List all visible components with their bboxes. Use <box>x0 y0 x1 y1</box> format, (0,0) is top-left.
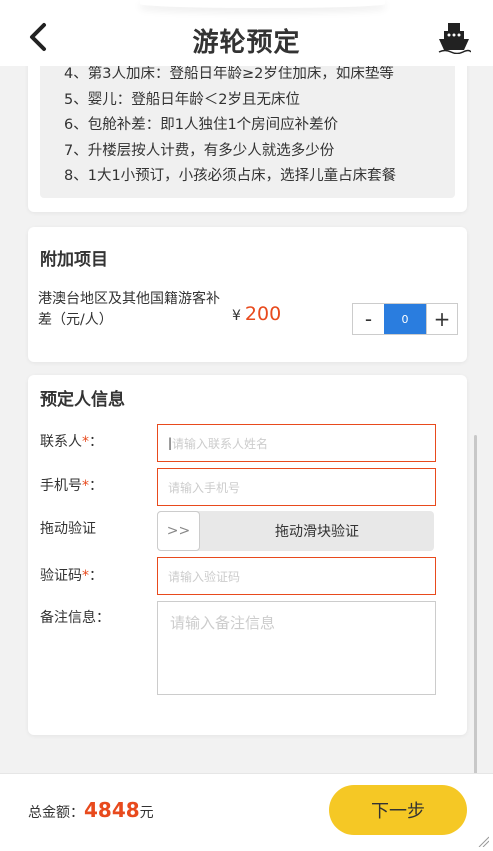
label-colon: ： <box>89 434 103 450</box>
required-mark: * <box>82 568 89 584</box>
required-mark: * <box>82 478 89 494</box>
price-value: 200 <box>244 303 282 325</box>
page-title: 游轮预定 <box>192 28 301 58</box>
total-amount: 总金额：4848元 <box>28 798 154 822</box>
increment-button[interactable]: + <box>426 304 457 334</box>
phone-placeholder: 请输入手机号 <box>168 480 241 495</box>
header-shadow <box>140 0 385 8</box>
code-placeholder: 请输入验证码 <box>168 569 241 584</box>
addon-card: 附加项目 港澳台地区及其他国籍游客补差（元/人） ¥200 - 0 + <box>28 227 467 362</box>
contact-label: 联系人*： <box>40 431 103 451</box>
remark-textarea[interactable]: 请输入备注信息 <box>157 601 436 695</box>
total-label: 总金额： <box>28 805 84 821</box>
label-colon: ： <box>89 568 103 584</box>
addon-title: 附加项目 <box>40 250 108 270</box>
booker-card: 预定人信息 联系人*： | 请输入联系人姓名 手机号*： 请输入手机号 拖动验证 … <box>28 375 467 735</box>
next-step-button[interactable]: 下一步 <box>329 785 467 835</box>
ship-icon[interactable] <box>437 20 471 54</box>
note-item: 5、婴儿：登船日年龄＜2岁且无床位 <box>64 91 300 108</box>
quantity-value[interactable]: 0 <box>384 304 426 334</box>
decrement-button[interactable]: - <box>353 304 384 334</box>
currency-symbol: ¥ <box>232 308 241 324</box>
total-value: 4848 <box>84 798 140 822</box>
contact-input[interactable]: | 请输入联系人姓名 <box>157 424 436 462</box>
contact-label-text: 联系人 <box>40 434 82 450</box>
note-item: 7、升楼层按人计费，有多少人就选多少份 <box>64 142 335 159</box>
scrollbar[interactable] <box>474 435 477 775</box>
slider-text: 拖动滑块验证 <box>275 524 359 540</box>
note-item: 8、1大1小预订，小孩必须占床，选择儿童占床套餐 <box>64 168 397 184</box>
booker-title: 预定人信息 <box>40 390 125 410</box>
total-unit: 元 <box>139 805 154 821</box>
header-bar: 游轮预定 <box>0 0 493 66</box>
label-colon: ： <box>89 478 103 494</box>
addon-price: ¥200 <box>232 303 281 325</box>
quantity-stepper: - 0 + <box>352 303 458 335</box>
note-item: 6、包舱补差：即1人独住1个房间应补差价 <box>64 117 339 133</box>
contact-placeholder: 请输入联系人姓名 <box>172 436 269 451</box>
slider-handle[interactable]: >> <box>157 511 200 551</box>
phone-label: 手机号*： <box>40 475 103 495</box>
phone-label-text: 手机号 <box>40 478 82 494</box>
notes-list: 4、第3人加床：登船日年龄≥2岁住加床，如床垫等 5、婴儿：登船日年龄＜2岁且无… <box>40 56 455 198</box>
drag-verify-label: 拖动验证 <box>40 521 96 537</box>
code-label: 验证码*： <box>40 565 103 585</box>
code-input[interactable]: 请输入验证码 <box>157 557 436 595</box>
phone-input[interactable]: 请输入手机号 <box>157 468 436 506</box>
slider-verification: >> 拖动滑块验证 <box>157 511 434 551</box>
code-label-text: 验证码 <box>40 568 82 584</box>
remark-label: 备注信息： <box>40 610 110 626</box>
footer-bar: 总金额：4848元 下一步 <box>0 773 493 851</box>
addon-item-label: 港澳台地区及其他国籍游客补差（元/人） <box>38 291 220 328</box>
required-mark: * <box>82 434 89 450</box>
remark-placeholder: 请输入备注信息 <box>170 614 276 632</box>
resize-handle-icon[interactable] <box>477 835 489 847</box>
